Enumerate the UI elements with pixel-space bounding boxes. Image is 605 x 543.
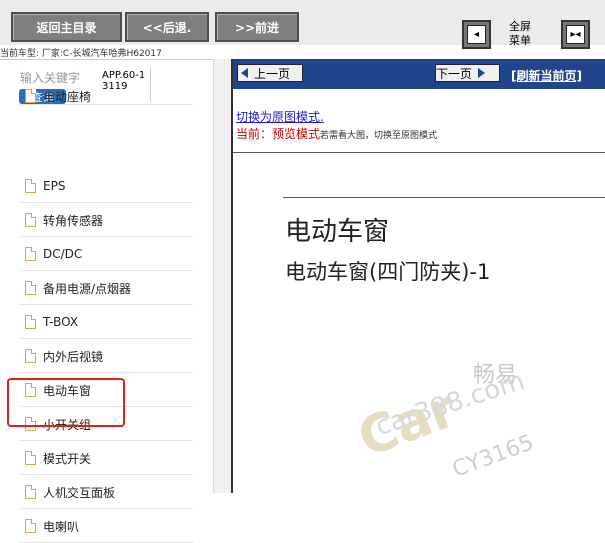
document-icon (25, 247, 36, 261)
watermark-logo: Car (350, 378, 465, 470)
list-item-label: 人机交互面板 (43, 485, 116, 500)
expand-icon: ▸◂ (566, 25, 585, 44)
document-icon (25, 281, 36, 295)
next-page-button[interactable]: 下一页 (435, 64, 500, 82)
list-item[interactable]: 转角传感器 (19, 204, 193, 237)
forward-button[interactable]: >>前进 (215, 12, 299, 42)
arrow-right-icon (478, 68, 486, 78)
list-item[interactable]: 电喇叭 (19, 510, 193, 543)
list-item-label: 电喇叭 (43, 519, 80, 534)
document-icon (25, 349, 36, 363)
current-mode: 预览模式 (272, 127, 321, 141)
current-mode-line: 当前：预览模式若需看大图，切换至原图模式 (236, 125, 437, 142)
switch-original-mode-link[interactable]: 切换为原图模式. (236, 108, 324, 125)
back-button[interactable]: <<后退. (125, 12, 209, 42)
document-icon (25, 485, 36, 499)
document-viewer: 上一页 下一页 [刷新当前页] 切换为原图模式. 当前：预览模式若需看大图，切换… (231, 59, 605, 493)
current-label: 当前： (236, 127, 273, 141)
collapse-panel-button[interactable]: ◂ (462, 20, 491, 49)
current-hint: 若需看大图，切换至原图模式 (320, 131, 438, 141)
list-item-label: 备用电源/点烟器 (43, 281, 132, 296)
refresh-page-link[interactable]: [刷新当前页] (511, 67, 582, 84)
prev-page-label: 上一页 (254, 66, 291, 81)
document-title: 电动车窗 (285, 217, 390, 247)
list-item[interactable]: 内外后视镜 (19, 340, 193, 373)
watermark: 畅易 Car car388.com CY3165 (351, 349, 605, 493)
document-icon (25, 519, 36, 533)
next-page-label: 下一页 (436, 66, 473, 81)
list-item[interactable]: 电动座椅 (19, 88, 193, 105)
left-scrollbar[interactable] (213, 59, 231, 493)
expand-panel-button[interactable]: ▸◂ (561, 20, 590, 49)
divider (283, 197, 605, 198)
fullscreen-line1: 全屏 (509, 20, 531, 33)
fullscreen-line2: 菜单 (509, 34, 531, 47)
document-subtitle: 电动车窗(四门防夹)-1 (285, 260, 491, 284)
fullscreen-menu-label[interactable]: 全屏 菜单 (509, 20, 531, 48)
document-icon (25, 451, 36, 465)
prev-page-button[interactable]: 上一页 (237, 64, 303, 82)
watermark-cn: 畅易 (473, 363, 518, 388)
list-item-label: EPS (43, 179, 66, 193)
left-panel: 查询 APP.60-13119 电动座椅 EPS 转角传感器 DC/DC 备用电… (0, 59, 230, 543)
highlight-box (7, 378, 125, 427)
document-icon (25, 179, 36, 193)
list-item-label: T-BOX (43, 315, 79, 329)
watermark-code: CY3165 (449, 430, 538, 483)
list-item[interactable]: DC/DC (19, 238, 193, 271)
list-item-label: 电动座椅 (43, 89, 92, 104)
list-item-label: 模式开关 (43, 451, 92, 466)
home-button[interactable]: 返回主目录 (11, 12, 122, 42)
list-item[interactable]: 模式开关 (19, 442, 193, 475)
document-icon (25, 89, 36, 103)
list-item[interactable]: T-BOX (19, 306, 193, 339)
list-item-label: 内外后视镜 (43, 349, 104, 364)
list-item[interactable]: 备用电源/点烟器 (19, 272, 193, 305)
collapse-icon: ◂ (467, 25, 486, 44)
list-item[interactable]: EPS (19, 170, 193, 203)
watermark-site: car388.com (372, 365, 529, 443)
document-icon (25, 315, 36, 329)
current-car-info: 当前车型: 厂家:C-长城汽车哈弗H62017 (0, 49, 162, 59)
viewer-toolbar: 上一页 下一页 [刷新当前页] (233, 59, 605, 89)
divider (233, 152, 605, 153)
search-input[interactable] (20, 71, 85, 85)
arrow-left-icon (241, 68, 248, 78)
list-item-label: DC/DC (43, 247, 83, 261)
top-toolbar: 返回主目录 <<后退. >>前进 ◂ 全屏 菜单 ▸◂ (0, 0, 605, 49)
list-item-label: 转角传感器 (43, 213, 104, 228)
document-icon (25, 213, 36, 227)
